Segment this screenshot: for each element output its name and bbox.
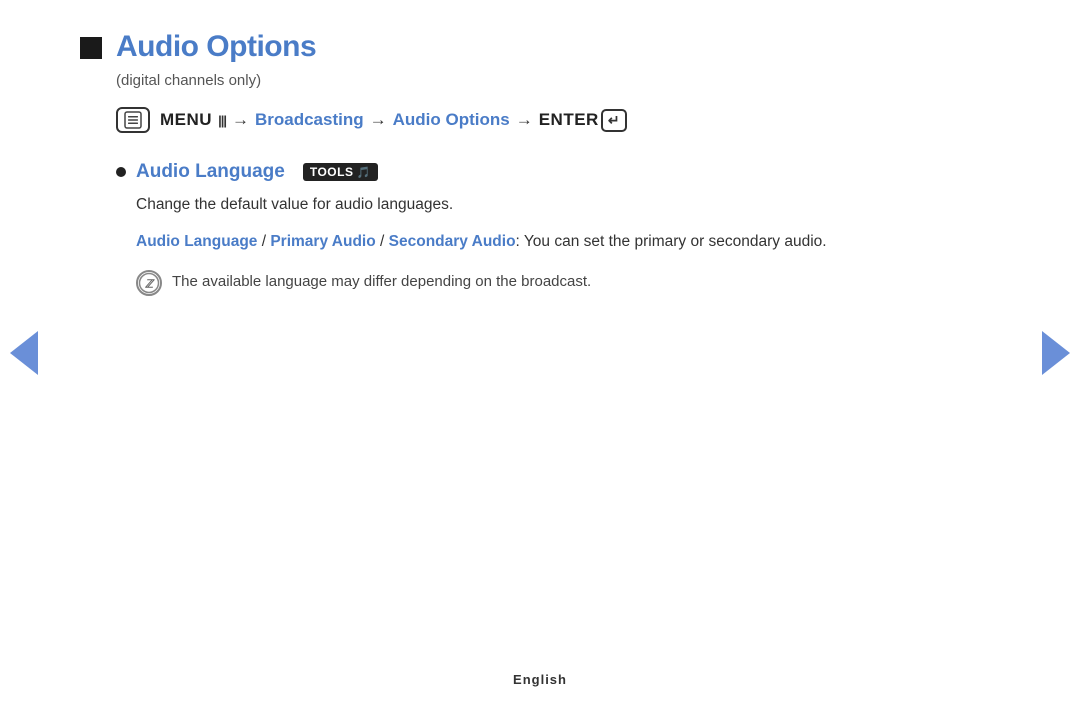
note-icon: ℤ bbox=[136, 270, 162, 296]
enter-box-icon: ↵ bbox=[601, 109, 627, 132]
enter-label: ENTER ↵ bbox=[539, 109, 627, 132]
nav-right-button[interactable] bbox=[1042, 331, 1070, 375]
menu-icon bbox=[116, 107, 150, 133]
menu-label: MENU bbox=[160, 110, 212, 130]
footer-language: English bbox=[513, 672, 567, 687]
inline-link-primary-audio: Primary Audio bbox=[270, 233, 375, 250]
breadcrumb-audio-options: Audio Options bbox=[393, 110, 510, 130]
note-row: ℤ The available language may differ depe… bbox=[136, 269, 1000, 296]
note-text: The available language may differ depend… bbox=[172, 269, 591, 294]
tools-badge: TOOLS 🎵 bbox=[303, 163, 378, 181]
separator-1: / bbox=[257, 233, 270, 250]
inline-description: Audio Language / Primary Audio / Seconda… bbox=[136, 230, 1000, 255]
tools-note-icon: 🎵 bbox=[356, 166, 370, 179]
arrow-1: → bbox=[232, 110, 249, 130]
section-title: Audio Language bbox=[136, 161, 285, 183]
inline-link-secondary-audio: Secondary Audio bbox=[389, 233, 516, 250]
nav-left-button[interactable] bbox=[10, 331, 38, 375]
bullet-dot-icon bbox=[116, 167, 126, 177]
breadcrumb-broadcasting: Broadcasting bbox=[255, 110, 364, 130]
description-text: Change the default value for audio langu… bbox=[136, 193, 1000, 216]
menu-bars-decoration: ||| bbox=[218, 113, 226, 128]
title-row: Audio Options bbox=[80, 30, 1000, 64]
inline-link-audio-language: Audio Language bbox=[136, 233, 257, 250]
separator-2: / bbox=[376, 233, 389, 250]
title-square-icon bbox=[80, 37, 102, 59]
svg-text:ℤ: ℤ bbox=[145, 279, 155, 291]
tools-badge-label: TOOLS bbox=[310, 165, 354, 179]
bullet-row: Audio Language TOOLS 🎵 bbox=[116, 161, 1000, 183]
inline-suffix: : You can set the primary or secondary a… bbox=[516, 233, 827, 250]
arrow-3: → bbox=[516, 110, 533, 130]
page-title: Audio Options bbox=[116, 30, 316, 64]
page-container: Audio Options (digital channels only) ME… bbox=[0, 0, 1080, 705]
subtitle: (digital channels only) bbox=[116, 72, 1000, 89]
menu-path: MENU ||| → Broadcasting → Audio Options … bbox=[116, 107, 1000, 133]
bullet-section: Audio Language TOOLS 🎵 Change the defaul… bbox=[116, 161, 1000, 296]
arrow-2: → bbox=[370, 110, 387, 130]
